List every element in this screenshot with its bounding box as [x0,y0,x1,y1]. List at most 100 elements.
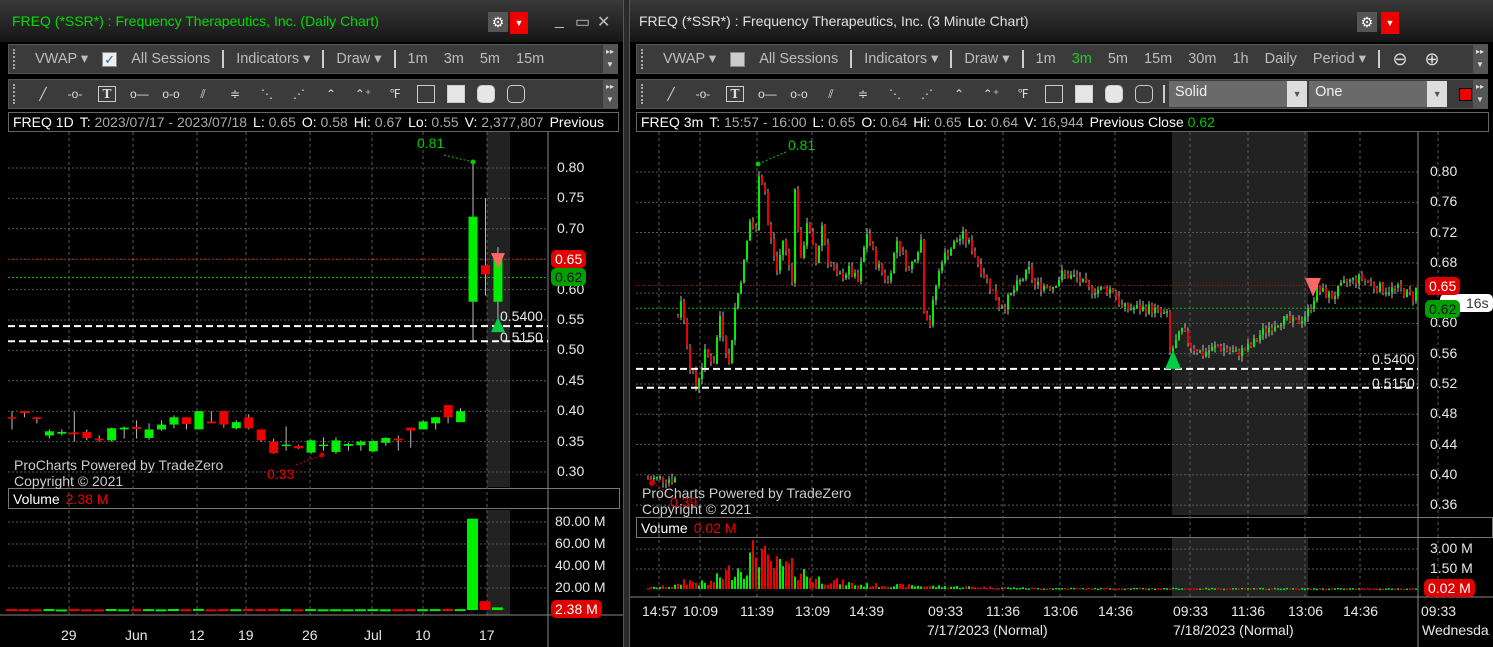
volume-label: Volume [13,491,60,507]
period-dropdown[interactable]: Period ▾ [1313,51,1366,67]
y-tick-label: 0.40 [1430,465,1458,482]
y-tick-label: 0.80 [1430,163,1458,179]
pane-splitter[interactable] [623,0,630,647]
minimize-icon[interactable]: _ [555,12,564,30]
draw-dropdown[interactable]: Draw ▾ [336,51,381,67]
parallel-channel-tool-icon[interactable]: ⫽ [822,87,840,102]
maximize-icon[interactable]: ▭ [575,12,590,32]
vwap-checkbox[interactable]: ✓ [730,51,746,67]
ray-segment-tool-icon[interactable]: -o- [66,87,84,101]
chart-toolbar: VWAP ▾ ✓ All Sessions Indicators ▾ Draw … [8,44,618,74]
horizontal-ray-tool-icon[interactable]: o— [758,87,777,101]
separator [850,50,853,68]
info-label: O: [861,114,877,130]
interval-buttons: 1m 3m 5m 15m [400,51,553,67]
x-tick-label: 11:39 [740,603,774,619]
info-label: T: [709,114,721,130]
interval-3m[interactable]: 3m [444,51,464,67]
regression-channel-tool-icon[interactable]: ⋱ [258,87,276,101]
window-menu-dropdown-button[interactable]: ▼ [510,12,528,34]
all-sessions-toggle[interactable]: All Sessions [131,51,210,67]
toolbar-grip[interactable] [13,49,17,69]
polyline-tool-icon[interactable]: ⌃ [322,87,340,101]
rounded-rect-filled-tool-icon[interactable] [1104,85,1123,103]
interval-5m[interactable]: 5m [1108,51,1128,67]
alt-channel-tool-icon[interactable]: ⋰ [918,87,936,101]
horizontal-channel-tool-icon[interactable]: ≑ [226,87,244,101]
interval-1m[interactable]: 1m [1036,51,1056,67]
interval-15m[interactable]: 15m [516,51,544,67]
regression-channel-tool-icon[interactable]: ⋱ [886,87,904,101]
fibonacci-tool-icon[interactable]: ℉ [1014,87,1032,101]
toolbar-overflow-button[interactable]: ▸▸ ▼ [603,80,617,108]
zoom-in-icon[interactable]: ⊕ [1423,49,1441,70]
toolbar-overflow-button[interactable]: ▸▸ ▼ [1473,80,1487,108]
rectangle-filled-tool-icon[interactable] [447,85,465,103]
zoom-out-icon[interactable]: ⊖ [1391,49,1409,70]
indicators-dropdown[interactable]: Indicators ▾ [864,51,938,67]
horizontal-ray-tool-icon[interactable]: o— [130,87,149,101]
window-menu-dropdown-button[interactable]: ▼ [1381,12,1399,34]
high-marker-label: 0.81 [788,137,816,153]
watermark-copyright: Copyright © 2021 [642,501,752,517]
drawing-tools: ╱ -o- To— o-o ⫽ ≑ ⋱ ⋰ ⌃ ⌃⁺ ℉ [27,85,531,103]
toolbar-grip[interactable] [641,84,645,104]
rectangle-outline-tool-icon[interactable] [417,85,435,103]
toolbar-overflow-button[interactable]: ▸▸ ▼ [603,45,617,73]
previous-close-tag: 0.62 [1425,300,1461,319]
close-icon[interactable]: ✕ [597,12,610,32]
rounded-rect-outline-tool-icon[interactable] [507,85,525,103]
arrow-line-tool-icon[interactable]: ⌃⁺ [354,87,372,101]
watermark: ProCharts Powered by TradeZero [14,457,224,473]
info-label: L: [812,114,825,130]
ray-segment-tool-icon[interactable]: -o- [694,87,712,101]
draw-label: Draw [964,51,999,67]
toolbar-overflow-button[interactable]: ▸▸ ▼ [1473,45,1487,73]
toolbar-grip[interactable] [13,84,17,104]
interval-daily[interactable]: Daily [1265,51,1297,67]
vwap-dropdown[interactable]: VWAP ▾ [35,51,88,67]
vwap-dropdown[interactable]: VWAP ▾ [663,51,716,67]
rounded-rect-filled-tool-icon[interactable] [477,85,495,103]
interval-15m[interactable]: 15m [1144,51,1172,67]
x-tick-label: 09:33 [1173,603,1209,619]
volume-tick-label: 60.00 M [555,535,606,551]
rectangle-filled-tool-icon[interactable] [1074,85,1093,103]
volume-value: 2.38 M [65,491,109,507]
volume-tick-label: 80.00 M [555,513,606,529]
interval-1h[interactable]: 1h [1232,51,1248,67]
indicators-dropdown[interactable]: Indicators ▾ [236,51,310,67]
trend-line-tool-icon[interactable]: ╱ [34,87,52,101]
interval-1m[interactable]: 1m [408,51,428,67]
line-style-select[interactable]: Solid ▼ [1168,81,1308,107]
settings-gear-icon[interactable]: ⚙ [1357,12,1377,32]
trend-line-tool-icon[interactable]: ╱ [662,87,680,101]
rectangle-outline-tool-icon[interactable] [1044,85,1063,103]
extended-line-tool-icon[interactable]: o-o [790,87,808,101]
polyline-tool-icon[interactable]: ⌃ [950,87,968,101]
arrow-line-tool-icon[interactable]: ⌃⁺ [982,87,1000,101]
draw-dropdown[interactable]: Draw ▾ [964,51,1009,67]
rounded-rect-outline-tool-icon[interactable] [1134,85,1153,103]
interval-5m[interactable]: 5m [480,51,500,67]
line-width-select[interactable]: One ▼ [1309,81,1448,107]
vwap-label: VWAP [663,51,705,67]
parallel-channel-tool-icon[interactable]: ⫽ [194,87,212,102]
separator [393,50,396,68]
x-tick-label: Jul [364,627,382,643]
settings-gear-icon[interactable]: ⚙ [488,12,508,32]
interval-30m[interactable]: 30m [1188,51,1216,67]
all-sessions-toggle[interactable]: All Sessions [759,51,838,67]
x-tick-label: 14:39 [849,603,885,619]
extended-line-tool-icon[interactable]: o-o [162,87,180,101]
vwap-checkbox[interactable]: ✓ [102,51,118,67]
line-color-swatch[interactable] [1459,87,1473,101]
alt-channel-tool-icon[interactable]: ⋰ [290,87,308,101]
horizontal-channel-tool-icon[interactable]: ≑ [854,87,872,101]
text-tool-icon[interactable]: T [98,86,116,102]
info-value: 0.64 [876,114,908,130]
text-tool-icon[interactable]: T [725,86,744,102]
fibonacci-tool-icon[interactable]: ℉ [386,87,404,101]
toolbar-grip[interactable] [641,49,645,69]
interval-3m[interactable]: 3m [1072,51,1092,67]
